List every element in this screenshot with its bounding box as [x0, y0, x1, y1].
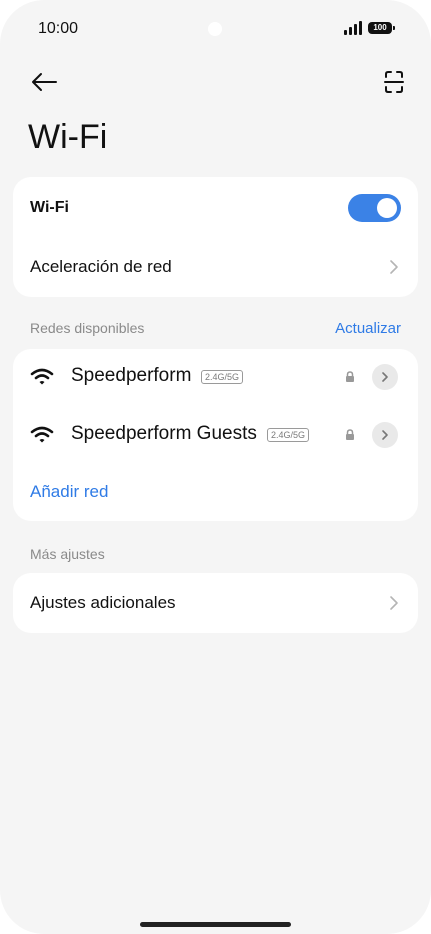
lock-icon [346, 371, 354, 382]
scan-icon [384, 71, 404, 93]
phone-screen: 10:00 100 Wi-Fi Wi-Fi Aceleración de red [0, 0, 431, 934]
more-settings-label: Más ajustes [30, 546, 105, 562]
chevron-right-icon [390, 260, 398, 274]
network-item[interactable]: Speedperform 2.4G/5G [13, 349, 418, 407]
band-badge: 2.4G/5G [201, 370, 244, 384]
wifi-signal-icon [30, 368, 54, 385]
band-badge: 2.4G/5G [267, 428, 310, 442]
network-acceleration-row[interactable]: Aceleración de red [13, 237, 418, 297]
wifi-label: Wi-Fi [30, 199, 69, 216]
scan-qr-button[interactable] [378, 66, 410, 98]
wifi-toggle[interactable] [348, 194, 401, 222]
home-indicator[interactable] [140, 922, 291, 927]
toggle-knob [377, 198, 397, 218]
network-acceleration-label: Aceleración de red [30, 257, 172, 276]
available-networks-label: Redes disponibles [30, 320, 145, 336]
status-bar: 10:00 100 [0, 0, 431, 58]
page-title: Wi-Fi [28, 118, 108, 156]
chevron-right-icon [390, 596, 398, 610]
add-network-button[interactable]: Añadir red [30, 482, 108, 502]
refresh-button[interactable]: Actualizar [335, 320, 401, 337]
status-time: 10:00 [38, 20, 79, 37]
network-item[interactable]: Speedperform Guests 2.4G/5G [13, 407, 418, 465]
lock-icon [346, 429, 354, 440]
networks-card: Speedperform 2.4G/5G Speedperform Guests… [13, 349, 418, 521]
additional-settings-label: Ajustes adicionales [30, 593, 176, 612]
additional-settings-card: Ajustes adicionales [13, 573, 418, 633]
wifi-settings-card: Wi-Fi Aceleración de red [13, 177, 418, 297]
network-name: Speedperform [71, 365, 192, 386]
network-details-button[interactable] [372, 422, 398, 448]
battery-icon: 100 [368, 22, 395, 34]
network-name: Speedperform Guests [71, 423, 257, 444]
signal-icon [344, 21, 364, 35]
front-camera [208, 22, 222, 36]
back-button[interactable] [28, 66, 60, 98]
network-details-button[interactable] [372, 364, 398, 390]
wifi-signal-icon [30, 426, 54, 443]
wifi-toggle-row[interactable]: Wi-Fi [13, 177, 418, 237]
back-arrow-icon [32, 73, 57, 91]
chevron-right-icon [382, 372, 388, 382]
chevron-right-icon [382, 430, 388, 440]
additional-settings-row[interactable]: Ajustes adicionales [13, 573, 418, 633]
